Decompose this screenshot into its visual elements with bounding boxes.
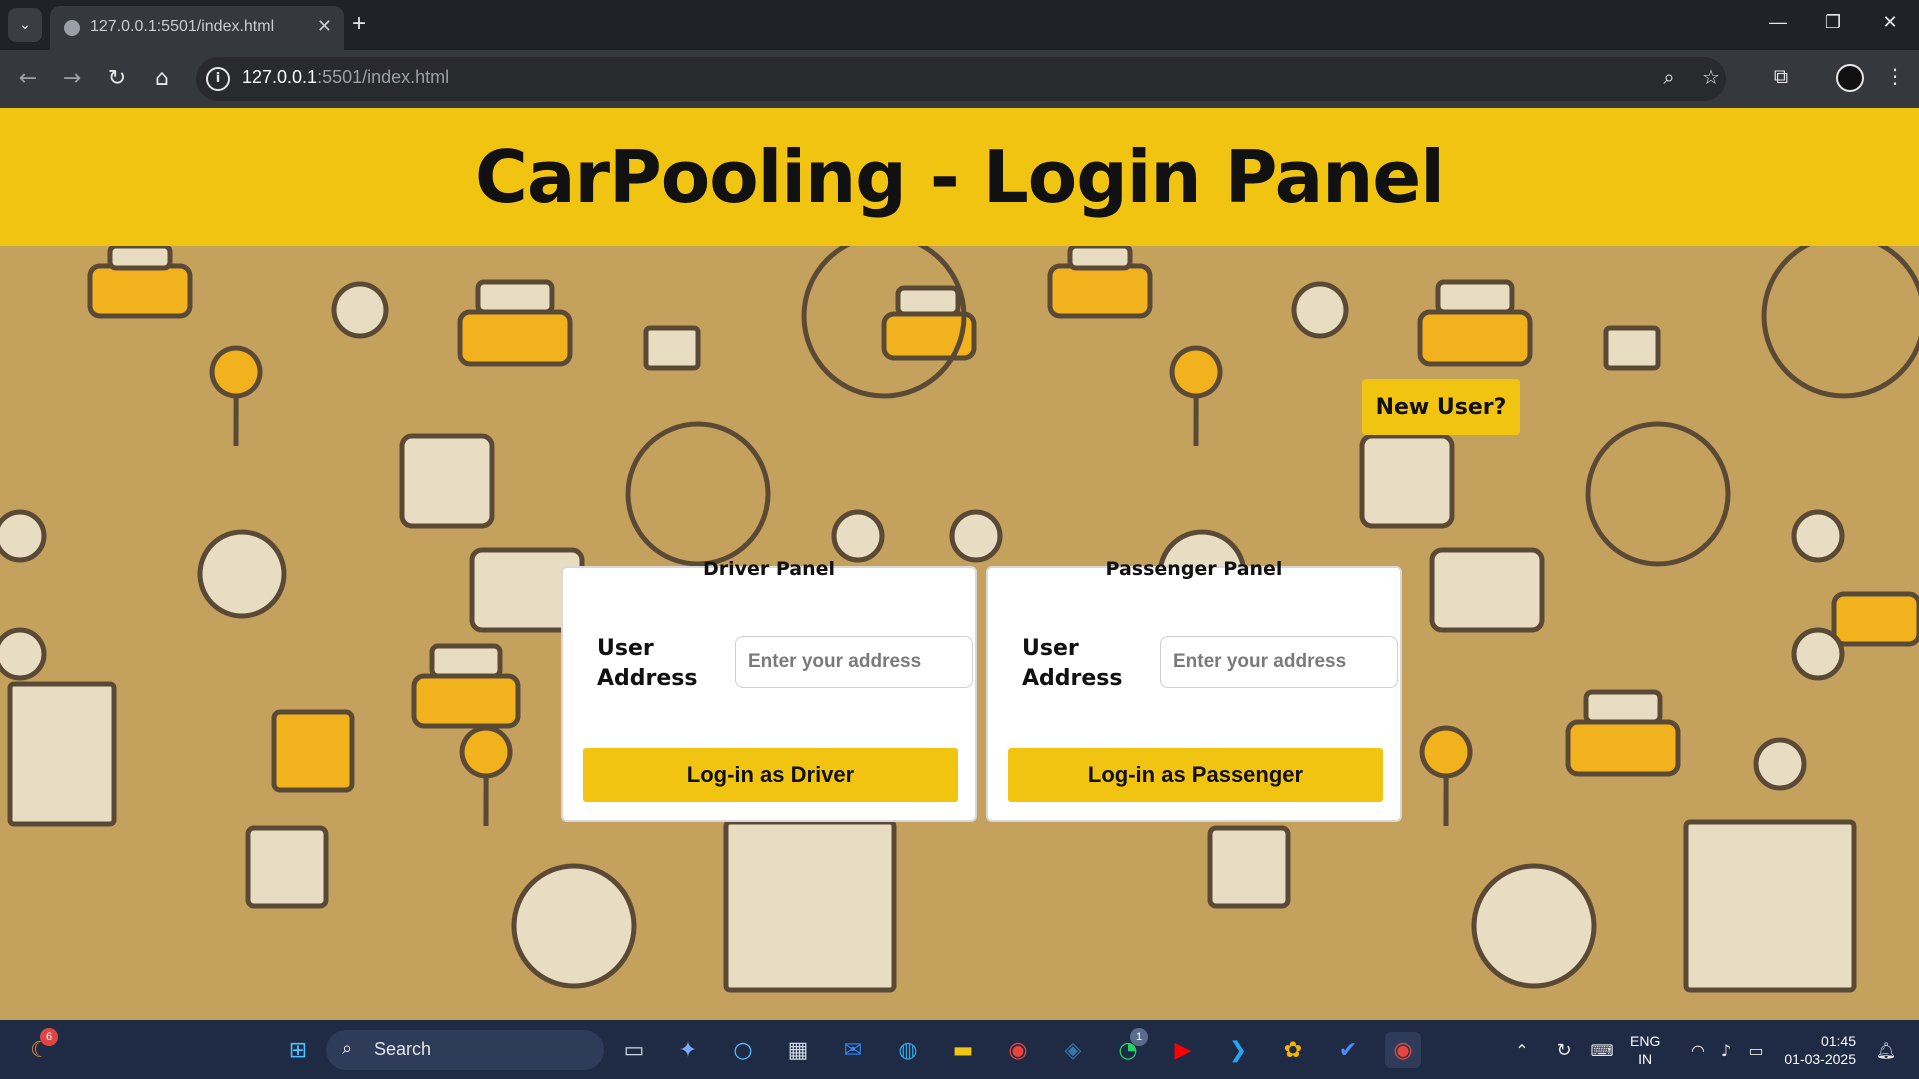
restore-button[interactable]: ❐ xyxy=(1813,12,1853,33)
language-code: ENG xyxy=(1630,1033,1661,1049)
new-user-button[interactable]: New User? xyxy=(1362,379,1520,435)
profile-avatar[interactable] xyxy=(1836,64,1864,92)
battery-icon[interactable]: ▭ xyxy=(1738,1032,1774,1068)
file-explorer-icon[interactable]: ▬ xyxy=(945,1032,981,1068)
clock[interactable]: 01:45 01-03-2025 xyxy=(1776,1032,1856,1068)
driver-panel: Driver Panel User Address Log-in as Driv… xyxy=(561,558,977,822)
passenger-login-button[interactable]: Log-in as Passenger xyxy=(1008,748,1383,802)
whatsapp-badge: 1 xyxy=(1130,1028,1148,1046)
vscode-icon[interactable]: ❯ xyxy=(1220,1032,1256,1068)
driver-login-button[interactable]: Log-in as Driver xyxy=(583,748,958,802)
todo-icon[interactable]: ✔ xyxy=(1330,1032,1366,1068)
driver-address-label: User Address xyxy=(597,636,698,691)
site-info-icon[interactable]: i xyxy=(206,67,230,91)
calculator-icon[interactable]: ▦ xyxy=(780,1032,816,1068)
windows-taskbar: ☾ 6 ⊞ ⌕ Search ▭ ✦ ○ ▦ ✉ ◍ ▬ ◉ ◈ ◔ 1 ▶ ❯… xyxy=(0,1020,1919,1079)
menu-icon[interactable]: ⋮ xyxy=(1880,64,1910,88)
page-title: CarPooling - Login Panel xyxy=(475,135,1445,219)
car-icon xyxy=(87,246,193,319)
driver-address-input[interactable] xyxy=(735,636,973,688)
car-icon xyxy=(457,279,573,367)
page-header: CarPooling - Login Panel xyxy=(0,108,1919,246)
car-icon xyxy=(1831,591,1919,647)
passenger-address-label: User Address xyxy=(1022,636,1123,691)
bookmark-star-icon[interactable]: ☆ xyxy=(1696,65,1726,89)
address-bar[interactable]: i 127.0.0.1:5501/index.html ⌕ ☆ xyxy=(196,57,1726,101)
browser-tab-bar: ⌄ 127.0.0.1:5501/index.html ✕ + — ❐ ✕ xyxy=(0,0,1919,50)
reload-button[interactable]: ↻ xyxy=(101,66,133,91)
start-icon[interactable]: ⊞ xyxy=(280,1032,316,1068)
page-viewport: CarPooling - Login Panel New User? Drive… xyxy=(0,108,1919,1020)
passenger-panel-title: Passenger Panel xyxy=(1105,558,1283,580)
tab-title: 127.0.0.1:5501/index.html xyxy=(90,18,275,35)
time-text: 01:45 xyxy=(1820,1033,1856,1049)
show-hidden-icons[interactable]: ⌃ xyxy=(1504,1032,1540,1068)
globe-icon xyxy=(64,20,80,36)
driver-panel-title: Driver Panel xyxy=(702,558,836,580)
python-icon[interactable]: ◈ xyxy=(1055,1032,1091,1068)
close-tab-icon[interactable]: ✕ xyxy=(317,16,332,37)
search-label: Search xyxy=(374,1039,432,1059)
region-code: IN xyxy=(1638,1051,1653,1067)
date-text: 01-03-2025 xyxy=(1784,1051,1856,1067)
photos-icon[interactable]: ✿ xyxy=(1275,1032,1311,1068)
car-icon xyxy=(411,643,521,729)
zoom-icon[interactable]: ⌕ xyxy=(1654,65,1684,89)
chrome-icon[interactable]: ◉ xyxy=(1000,1032,1036,1068)
forward-button[interactable]: → xyxy=(56,66,88,91)
keyboard-icon[interactable]: ⌨ xyxy=(1584,1032,1620,1068)
youtube-icon[interactable]: ▶ xyxy=(1165,1032,1201,1068)
sync-icon[interactable]: ↻ xyxy=(1546,1032,1582,1068)
browser-tab[interactable]: 127.0.0.1:5501/index.html ✕ xyxy=(50,6,344,50)
language-indicator[interactable]: ENG IN xyxy=(1630,1032,1660,1068)
chrome-active-icon[interactable]: ◉ xyxy=(1385,1032,1421,1068)
home-button[interactable]: ⌂ xyxy=(146,66,178,91)
car-icon xyxy=(1565,689,1681,777)
close-window-button[interactable]: ✕ xyxy=(1870,12,1910,33)
copilot-icon[interactable]: ✦ xyxy=(670,1032,706,1068)
notification-bell-icon[interactable]: 🔔︎ xyxy=(1868,1032,1904,1068)
car-icon xyxy=(1047,246,1153,319)
minimize-button[interactable]: — xyxy=(1758,12,1798,33)
tab-search-button[interactable]: ⌄ xyxy=(8,8,42,42)
extensions-icon[interactable]: ⧉ xyxy=(1766,64,1796,88)
new-tab-button[interactable]: + xyxy=(352,10,366,38)
passenger-panel: Passenger Panel User Address Log-in as P… xyxy=(986,558,1402,822)
taskbar-search[interactable]: ⌕ Search xyxy=(326,1030,604,1070)
url-text[interactable]: 127.0.0.1:5501/index.html xyxy=(242,67,449,88)
back-button[interactable]: ← xyxy=(12,66,44,91)
browser-toolbar: ← → ↻ ⌂ i 127.0.0.1:5501/index.html ⌕ ☆ … xyxy=(0,50,1919,108)
car-icon xyxy=(1417,279,1533,367)
cortana-icon[interactable]: ○ xyxy=(725,1032,761,1068)
passenger-address-input[interactable] xyxy=(1160,636,1398,688)
weather-badge: 6 xyxy=(40,1028,58,1046)
edge-icon[interactable]: ◍ xyxy=(890,1032,926,1068)
outlook-icon[interactable]: ✉ xyxy=(835,1032,871,1068)
search-icon: ⌕ xyxy=(342,1038,353,1059)
task-view-icon[interactable]: ▭ xyxy=(616,1032,652,1068)
